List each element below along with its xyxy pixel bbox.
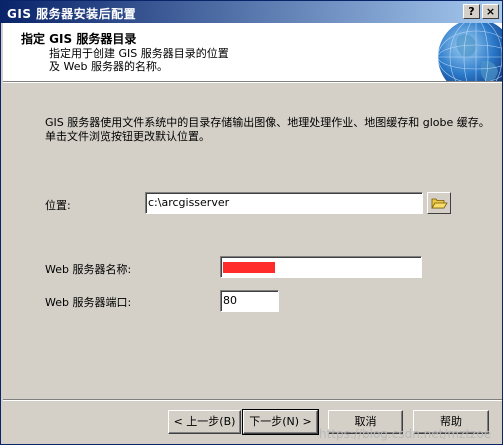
- help-title-button[interactable]: ?: [463, 4, 480, 19]
- web-server-name-label: Web 服务器名称:: [45, 263, 132, 276]
- next-button[interactable]: 下一步(N) >: [242, 409, 319, 435]
- location-input[interactable]: c:\arcgisserver: [145, 192, 423, 214]
- description-text: GIS 服务器使用文件系统中的目录存储输出图像、地理处理作业、地图缓存和 glo…: [45, 116, 490, 143]
- back-button[interactable]: < 上一步(B): [168, 410, 241, 434]
- close-button[interactable]: ×: [482, 4, 499, 19]
- page-title: 指定 GIS 服务器目录: [21, 32, 137, 46]
- header-divider: [3, 81, 502, 83]
- web-server-port-label: Web 服务器端口:: [45, 296, 132, 309]
- web-server-port-input[interactable]: 80: [220, 290, 279, 312]
- window-title: GIS 服务器安装后配置: [7, 7, 137, 21]
- page-subtitle: 指定用于创建 GIS 服务器目录的位置 及 Web 服务器的名称。: [49, 47, 229, 73]
- browse-button[interactable]: [427, 192, 451, 214]
- globe-icon: [437, 23, 502, 81]
- footer-divider: [3, 399, 502, 401]
- title-bar[interactable]: GIS 服务器安装后配置 ? ×: [1, 1, 502, 23]
- wizard-header: 指定 GIS 服务器目录 指定用于创建 GIS 服务器目录的位置 及 Web 服…: [3, 23, 502, 81]
- location-label: 位置:: [45, 199, 71, 212]
- open-folder-icon: [431, 198, 448, 209]
- watermark: https://blog.csdn.net/mztzoe: [319, 427, 492, 441]
- redaction-mark: [223, 262, 275, 273]
- web-server-name-input[interactable]: [220, 256, 422, 278]
- setup-dialog: GIS 服务器安装后配置 ? × 指定 GIS 服务器目录 指定用于创建 GIS…: [0, 0, 503, 445]
